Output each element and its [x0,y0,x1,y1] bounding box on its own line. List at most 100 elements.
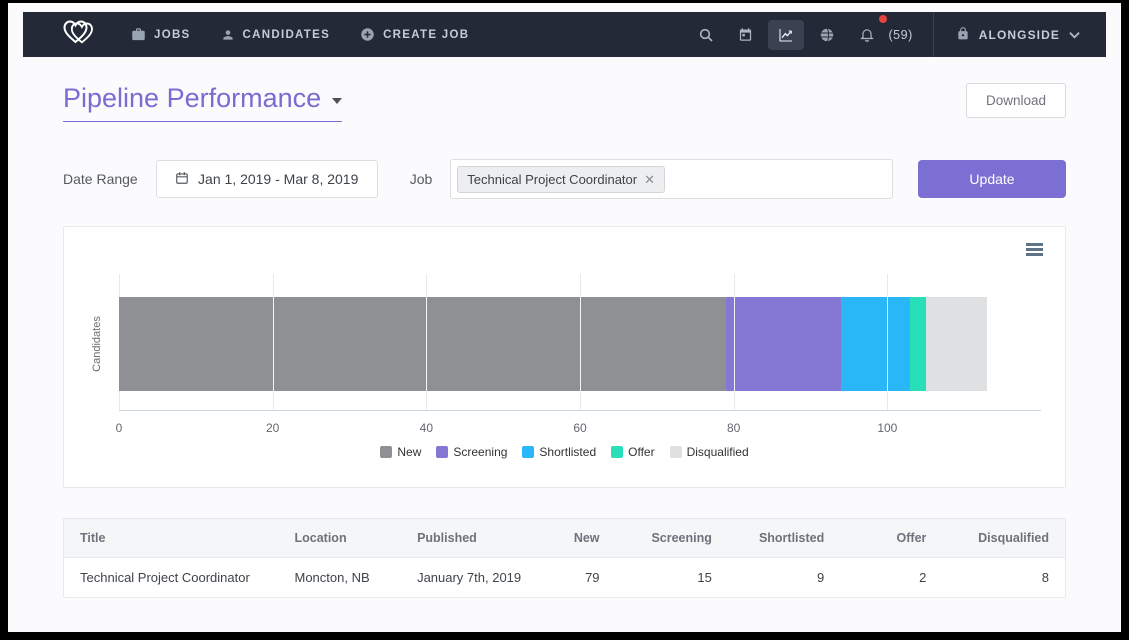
bar-segment-screening[interactable] [726,297,841,391]
column-header: Disqualified [942,519,1065,558]
chart-menu-icon[interactable] [1026,243,1043,258]
title-caret-icon [332,98,342,104]
search-button[interactable] [689,20,723,50]
grid-line-overlay [426,297,427,391]
grid-line-overlay [734,297,735,391]
nav-create-job-label: CREATE JOB [383,29,469,41]
stacked-bar [119,297,987,391]
search-icon [698,27,714,43]
bar-segment-disqualified[interactable] [926,297,987,391]
table-header-row: TitleLocationPublishedNewScreeningShortl… [64,519,1065,558]
close-icon[interactable]: ✕ [644,173,655,186]
results-table-card: TitleLocationPublishedNewScreeningShortl… [63,518,1066,598]
x-tick-label: 0 [116,421,123,435]
plus-circle-icon [360,27,375,42]
job-select-input[interactable]: Technical Project Coordinator ✕ [450,159,893,199]
legend-label: Screening [453,445,507,459]
calendar-icon [175,171,189,188]
nav-candidates-label: CANDIDATES [243,29,331,41]
legend-swatch [670,446,682,458]
reports-button-active[interactable] [768,20,804,50]
plot-area: 020406080100 [119,274,1041,411]
chart-line-icon [777,27,795,43]
page-title-text: Pipeline Performance [63,83,321,114]
legend-swatch [380,446,392,458]
table-cell: 9 [728,558,840,598]
calendar-button[interactable] [729,20,762,49]
table-cell: Moncton, NB [279,558,402,598]
globe-icon [819,27,835,43]
legend-item-new[interactable]: New [380,445,421,459]
account-menu[interactable]: ALONGSIDE [934,12,1106,57]
column-header: Screening [616,519,728,558]
legend-label: Shortlisted [539,445,596,459]
nav-create-job[interactable]: CREATE JOB [360,27,469,42]
page-title[interactable]: Pipeline Performance [63,83,342,122]
bar-segment-shortlisted[interactable] [841,297,910,391]
notification-dot [879,15,887,23]
legend-item-shortlisted[interactable]: Shortlisted [522,445,596,459]
date-range-input[interactable]: Jan 1, 2019 - Mar 8, 2019 [156,160,378,198]
page-head: Pipeline Performance Download [63,83,1066,122]
notification-count[interactable]: (59) [889,28,913,42]
grid-line-overlay [580,297,581,391]
x-tick-label: 20 [266,421,279,435]
table-cell: 8 [942,558,1065,598]
bar-segment-offer[interactable] [910,297,925,391]
bar-segment-new[interactable] [119,297,726,391]
x-tick-label: 40 [420,421,433,435]
table-cell: Technical Project Coordinator [64,558,279,598]
legend-swatch [522,446,534,458]
filter-bar: Date Range Jan 1, 2019 - Mar 8, 2019 Job… [63,159,1066,199]
grid-line-overlay [887,297,888,391]
nav-right: (59) ALONGSIDE [686,12,1106,57]
table-cell: 2 [840,558,942,598]
job-chip-label: Technical Project Coordinator [467,172,637,187]
chart-card: Candidates 020406080100 NewScreeningShor… [63,226,1066,488]
legend-swatch [436,446,448,458]
notifications-button[interactable] [850,19,884,50]
column-header: Published [401,519,544,558]
job-chip: Technical Project Coordinator ✕ [457,166,665,193]
legend-label: New [397,445,421,459]
legend-item-offer[interactable]: Offer [611,445,654,459]
account-label: ALONGSIDE [979,28,1060,42]
download-button[interactable]: Download [966,83,1066,118]
legend-swatch [611,446,623,458]
column-header: Title [64,519,279,558]
column-header: Offer [840,519,942,558]
person-icon [221,28,235,42]
y-axis-label: Candidates [91,316,103,372]
app-frame: JOBS CANDIDATES CREATE JOB [8,3,1121,632]
date-range-label: Date Range [63,171,138,187]
column-header: Shortlisted [728,519,840,558]
table-cell: 15 [616,558,728,598]
grid-line-overlay [273,297,274,391]
date-range-value: Jan 1, 2019 - Mar 8, 2019 [198,171,358,187]
update-button[interactable]: Update [918,160,1066,198]
chevron-down-icon [1069,28,1080,42]
nav-left: JOBS CANDIDATES CREATE JOB [23,12,499,57]
top-navbar: JOBS CANDIDATES CREATE JOB [23,12,1106,57]
table-cell: January 7th, 2019 [401,558,544,598]
lock-icon [956,26,970,44]
legend-item-screening[interactable]: Screening [436,445,507,459]
x-tick-label: 60 [573,421,586,435]
nav-jobs[interactable]: JOBS [131,27,191,42]
bell-icon [859,26,875,43]
table-cell: 79 [544,558,615,598]
results-table: TitleLocationPublishedNewScreeningShortl… [64,519,1065,597]
hearts-logo-icon [59,16,99,53]
globe-button[interactable] [810,20,844,50]
job-label: Job [410,171,433,187]
calendar-icon [738,27,753,42]
brand-logo[interactable] [59,16,99,53]
legend-label: Offer [628,445,654,459]
legend-label: Disqualified [687,445,749,459]
x-tick-label: 100 [877,421,897,435]
x-tick-label: 80 [727,421,740,435]
briefcase-icon [131,27,146,42]
table-row[interactable]: Technical Project CoordinatorMoncton, NB… [64,558,1065,598]
nav-candidates[interactable]: CANDIDATES [221,28,331,42]
legend-item-disqualified[interactable]: Disqualified [670,445,749,459]
